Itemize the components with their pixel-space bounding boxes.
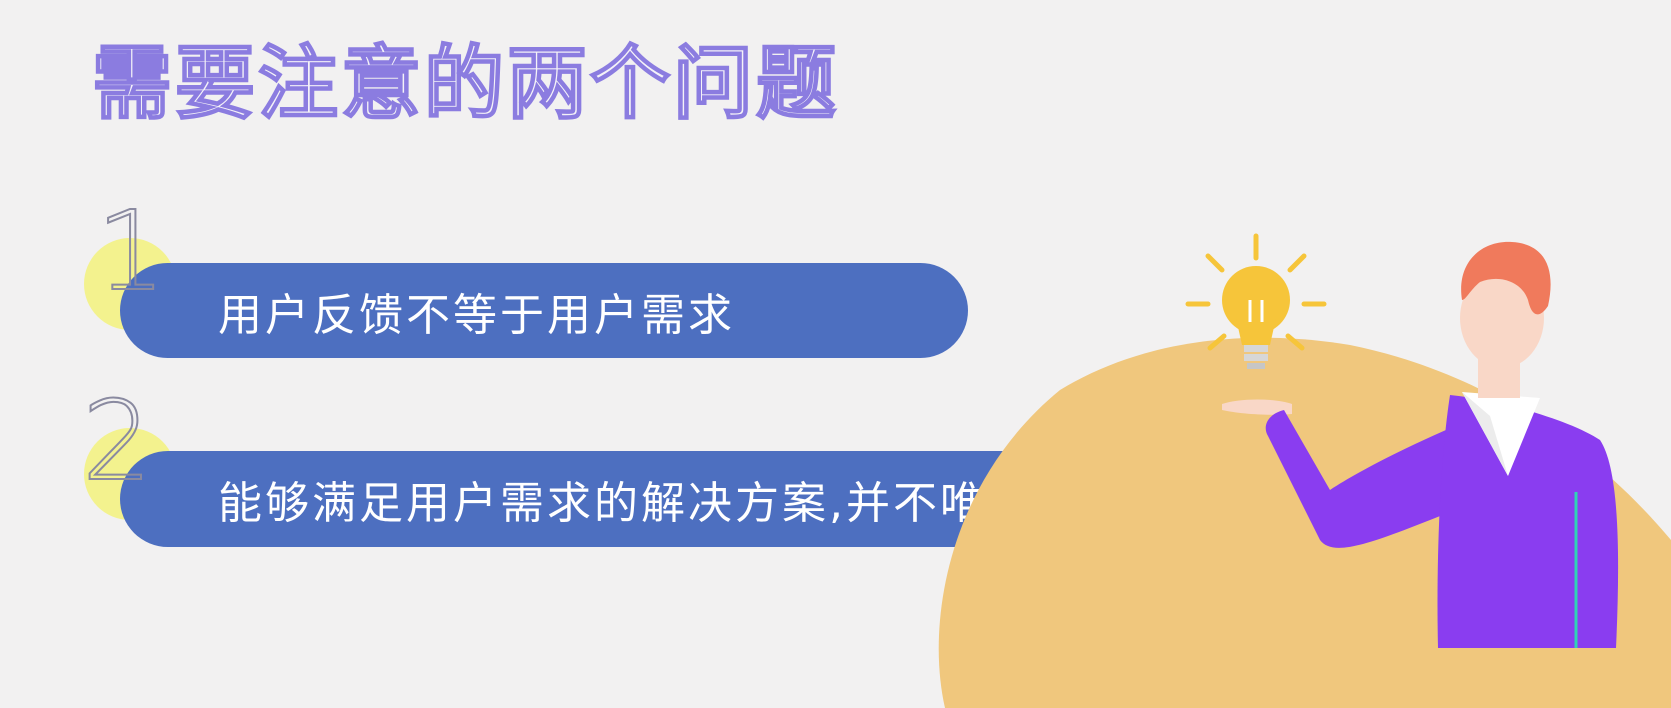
point-1-number: 1 bbox=[95, 187, 167, 315]
point-1-text: 用户反馈不等于用户需求 bbox=[218, 289, 735, 341]
point-1-pill: 用户反馈不等于用户需求 bbox=[120, 263, 968, 358]
person-figure bbox=[1265, 241, 1619, 648]
point-2-text: 能够满足用户需求的解决方案,并不唯一 bbox=[218, 478, 1034, 529]
hand-shape bbox=[1222, 399, 1292, 415]
slide-title: 需要注意的两个问题 bbox=[91, 37, 839, 130]
point-2-number: 2 bbox=[81, 377, 153, 505]
point-2-pill: 能够满足用户需求的解决方案,并不唯一 bbox=[120, 451, 1245, 547]
lightbulb-icon bbox=[1222, 266, 1290, 369]
bulb-rays bbox=[1185, 233, 1327, 351]
